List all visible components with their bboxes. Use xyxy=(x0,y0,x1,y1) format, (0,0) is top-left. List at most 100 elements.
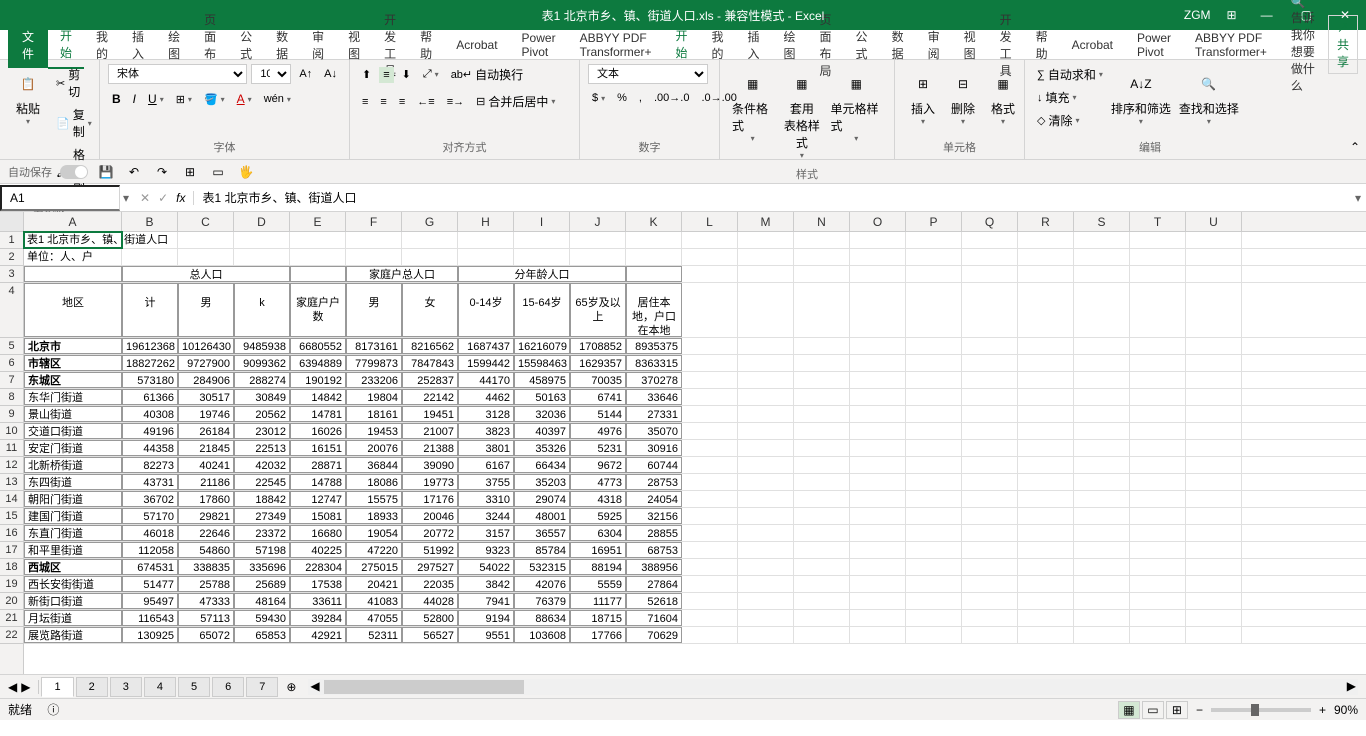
cell[interactable]: 44358 xyxy=(122,440,178,456)
undo-button[interactable]: ↶ xyxy=(124,162,144,182)
cell[interactable]: 30849 xyxy=(234,389,290,405)
sheet-tab-5[interactable]: 5 xyxy=(178,677,210,697)
sheet-tab-2[interactable]: 2 xyxy=(76,677,108,697)
copy-button[interactable]: 📄 复制 ▾ xyxy=(52,104,96,142)
cell[interactable]: 36702 xyxy=(122,491,178,507)
align-right-button[interactable]: ≡ xyxy=(395,94,409,110)
cell[interactable] xyxy=(1186,491,1242,507)
cell[interactable]: 29074 xyxy=(514,491,570,507)
cell[interactable] xyxy=(794,372,850,388)
cell[interactable] xyxy=(906,266,962,282)
row-header-10[interactable]: 10 xyxy=(0,423,23,440)
cell[interactable]: 76379 xyxy=(514,593,570,609)
cell[interactable] xyxy=(738,610,794,626)
cell[interactable] xyxy=(1130,474,1186,490)
page-break-button[interactable]: ⊞ xyxy=(1166,701,1188,719)
row-header-12[interactable]: 12 xyxy=(0,457,23,474)
cell[interactable]: 22513 xyxy=(234,440,290,456)
col-header-J[interactable]: J xyxy=(570,212,626,231)
cell[interactable] xyxy=(458,232,514,248)
cell[interactable] xyxy=(906,283,962,337)
cell[interactable] xyxy=(794,610,850,626)
cell[interactable]: 65853 xyxy=(234,627,290,643)
format-cells-button[interactable]: ▦格式▾ xyxy=(983,64,1023,130)
cell[interactable] xyxy=(850,423,906,439)
cell[interactable]: 458975 xyxy=(514,372,570,388)
cell[interactable] xyxy=(1130,576,1186,592)
cell[interactable] xyxy=(570,249,626,265)
cell[interactable]: 297527 xyxy=(402,559,458,575)
col-header-S[interactable]: S xyxy=(1074,212,1130,231)
cell[interactable]: 3310 xyxy=(458,491,514,507)
cell[interactable] xyxy=(1130,355,1186,371)
cell[interactable]: 288274 xyxy=(234,372,290,388)
cell[interactable]: 8173161 xyxy=(346,338,402,354)
cell[interactable] xyxy=(1018,559,1074,575)
cell[interactable] xyxy=(1018,406,1074,422)
tab-nav-next[interactable]: ▶ xyxy=(21,680,30,694)
cell[interactable] xyxy=(1186,372,1242,388)
cell[interactable] xyxy=(1018,474,1074,490)
cell[interactable] xyxy=(290,232,346,248)
qa-button-2[interactable]: ▭ xyxy=(208,162,228,182)
cell[interactable]: 表1 北京市乡、镇、街道人口 xyxy=(24,232,122,248)
insert-cells-button[interactable]: ⊞插入▾ xyxy=(903,64,943,130)
align-middle-button[interactable]: ≡ xyxy=(379,67,393,83)
cell[interactable] xyxy=(738,542,794,558)
cell[interactable]: 15598463 xyxy=(514,355,570,371)
cell[interactable] xyxy=(962,338,1018,354)
cell[interactable]: 21186 xyxy=(178,474,234,490)
cell[interactable] xyxy=(850,610,906,626)
col-header-E[interactable]: E xyxy=(290,212,346,231)
cell[interactable]: 建国门街道 xyxy=(24,508,122,524)
cell[interactable] xyxy=(682,372,738,388)
cell[interactable] xyxy=(794,559,850,575)
cell[interactable]: 35070 xyxy=(626,423,682,439)
cell[interactable]: 3244 xyxy=(458,508,514,524)
cell[interactable]: 东城区 xyxy=(24,372,122,388)
cell[interactable]: 6394889 xyxy=(290,355,346,371)
cell[interactable]: 22646 xyxy=(178,525,234,541)
user-name[interactable]: ZGM xyxy=(1184,8,1211,22)
cell[interactable] xyxy=(682,457,738,473)
cell[interactable]: 40225 xyxy=(290,542,346,558)
cell[interactable] xyxy=(1130,372,1186,388)
cell[interactable] xyxy=(1074,283,1130,337)
row-header-1[interactable]: 1 xyxy=(0,232,23,249)
cell[interactable] xyxy=(1186,355,1242,371)
cell[interactable] xyxy=(1130,491,1186,507)
cell[interactable] xyxy=(1018,389,1074,405)
cell[interactable]: 28855 xyxy=(626,525,682,541)
cell[interactable]: 52618 xyxy=(626,593,682,609)
cell[interactable]: 228304 xyxy=(290,559,346,575)
cell[interactable] xyxy=(682,525,738,541)
cell[interactable] xyxy=(850,283,906,337)
cell[interactable] xyxy=(962,283,1018,337)
cell[interactable]: 65岁及以上 xyxy=(570,283,626,337)
cell[interactable]: 252837 xyxy=(402,372,458,388)
cell[interactable] xyxy=(290,249,346,265)
cell[interactable] xyxy=(738,593,794,609)
cell[interactable]: 41083 xyxy=(346,593,402,609)
cell[interactable] xyxy=(682,559,738,575)
cell[interactable] xyxy=(1130,627,1186,643)
cell[interactable]: 20562 xyxy=(234,406,290,422)
cell[interactable] xyxy=(122,249,178,265)
cell[interactable] xyxy=(962,249,1018,265)
cell[interactable]: 11177 xyxy=(570,593,626,609)
cell[interactable]: 15-64岁 xyxy=(514,283,570,337)
formula-input[interactable]: 表1 北京市乡、镇、街道人口 xyxy=(194,185,1350,210)
align-center-button[interactable]: ≡ xyxy=(376,94,390,110)
zoom-out-button[interactable]: − xyxy=(1196,703,1203,717)
cell[interactable] xyxy=(906,232,962,248)
cell[interactable] xyxy=(1130,559,1186,575)
cell[interactable] xyxy=(850,593,906,609)
cell[interactable] xyxy=(1186,627,1242,643)
cell[interactable]: 16680 xyxy=(290,525,346,541)
cell[interactable] xyxy=(178,249,234,265)
cell[interactable]: 6741 xyxy=(570,389,626,405)
cell[interactable] xyxy=(1130,525,1186,541)
cell[interactable]: 西城区 xyxy=(24,559,122,575)
page-layout-button[interactable]: ▭ xyxy=(1142,701,1164,719)
cell[interactable]: 46018 xyxy=(122,525,178,541)
